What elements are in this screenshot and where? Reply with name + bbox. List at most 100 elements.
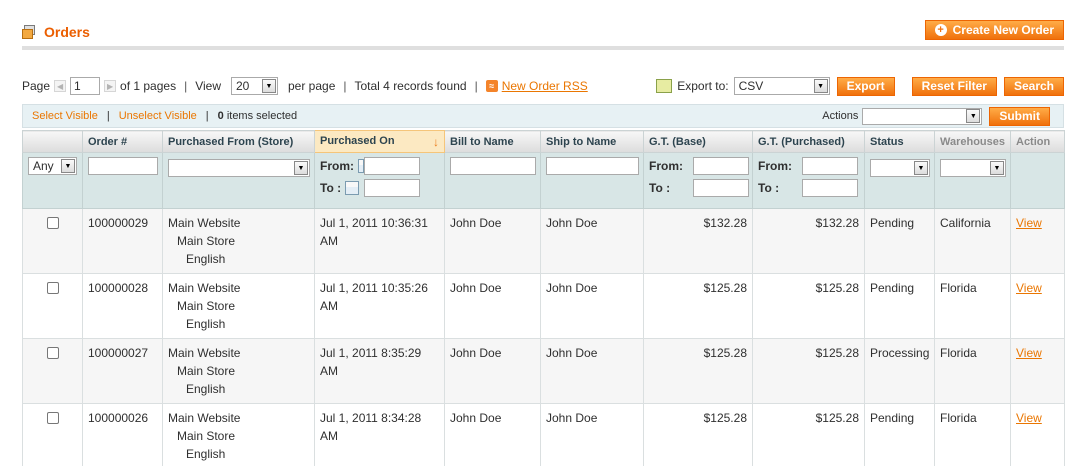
selected-count: 0 [217, 110, 224, 122]
actions-select[interactable]: ▼ [862, 107, 983, 125]
next-page-icon[interactable]: ▶ [104, 80, 117, 92]
page-input[interactable] [70, 77, 101, 95]
calendar-icon[interactable] [345, 181, 360, 195]
filter-from-label: From: [649, 159, 683, 173]
filter-purchased-from-input[interactable] [364, 157, 420, 175]
create-new-order-button[interactable]: + Create New Order [924, 20, 1064, 40]
ship-to-name: John Doe [540, 338, 644, 404]
store-cell: Main Website Main Store English [162, 208, 315, 274]
chevron-down-icon: ▼ [262, 79, 276, 93]
store-view: English [186, 447, 226, 461]
view-order-link[interactable]: View [1016, 346, 1042, 360]
pager-separator: | [343, 79, 347, 93]
store-view: English [186, 382, 226, 396]
filter-to-label: To : [320, 181, 342, 195]
massaction-separator: | [106, 110, 110, 122]
export-format-select[interactable]: CSV ▼ [733, 77, 830, 95]
column-header-select [22, 130, 83, 153]
view-order-link[interactable]: View [1016, 411, 1042, 425]
filter-select-any[interactable]: Any ▼ [28, 157, 77, 175]
chevron-down-icon: ▼ [294, 161, 308, 175]
per-page-text: per page [288, 79, 336, 93]
filter-to-label: To : [758, 181, 780, 195]
filter-any-value: Any [33, 159, 54, 173]
store-name: Main Store [177, 364, 236, 378]
column-header-warehouses: Warehouses [934, 130, 1011, 153]
gt-base: $125.28 [643, 338, 753, 404]
column-header-gt-purchased[interactable]: G.T. (Purchased) [752, 130, 865, 153]
table-row[interactable]: 100000029 Main Website Main Store English … [22, 208, 1065, 274]
chevron-down-icon: ▼ [914, 161, 928, 175]
unselect-visible-link[interactable]: Unselect Visible [119, 110, 197, 122]
filter-gt-base-to-input[interactable] [693, 179, 749, 197]
filter-order-input[interactable] [88, 157, 158, 175]
ship-to-name: John Doe [540, 208, 644, 274]
filter-gt-purchased-to-input[interactable] [802, 179, 858, 197]
row-checkbox[interactable] [46, 217, 59, 229]
column-header-store[interactable]: Purchased From (Store) [162, 130, 315, 153]
order-number: 100000027 [82, 338, 163, 404]
row-checkbox[interactable] [46, 412, 59, 424]
bill-to-name: John Doe [444, 273, 541, 339]
bill-to-name: John Doe [444, 208, 541, 274]
reset-filter-button[interactable]: Reset Filter [911, 76, 997, 96]
chevron-down-icon: ▼ [61, 159, 75, 173]
column-header-status[interactable]: Status [864, 130, 935, 153]
store-name: Main Store [177, 234, 236, 248]
purchased-on-date: Jul 1, 2011 8:35:29 [320, 346, 422, 360]
filter-ship-to-input[interactable] [546, 157, 639, 175]
purchased-on-ampm: AM [320, 299, 338, 313]
filter-to-label: To : [649, 181, 671, 195]
column-header-order[interactable]: Order # [82, 130, 163, 153]
bill-to-name: John Doe [444, 338, 541, 404]
filter-bill-to-input[interactable] [450, 157, 536, 175]
table-row[interactable]: 100000027 Main Website Main Store English … [22, 338, 1065, 404]
filter-status-select[interactable]: ▼ [870, 159, 930, 177]
filter-store-select[interactable]: ▼ [168, 159, 310, 177]
orders-icon [22, 25, 38, 39]
select-visible-link[interactable]: Select Visible [32, 110, 98, 122]
store-view: English [186, 317, 226, 331]
filter-warehouse-select[interactable]: ▼ [940, 159, 1006, 177]
per-page-value: 20 [236, 79, 250, 93]
table-row[interactable]: 100000026 Main Website Main Store English … [22, 403, 1065, 466]
row-checkbox[interactable] [46, 347, 59, 359]
warehouse: Florida [934, 273, 1011, 339]
filter-purchased-to-input[interactable] [364, 179, 420, 197]
sort-desc-icon: ↓ [433, 134, 439, 149]
chevron-down-icon: ▼ [990, 161, 1004, 175]
gt-purchased: $132.28 [752, 208, 865, 274]
row-checkbox[interactable] [46, 282, 59, 294]
purchased-on-ampm: AM [320, 429, 338, 443]
page-title: Orders [22, 24, 90, 40]
status: Pending [864, 403, 935, 466]
massaction-bar: Select Visible | Unselect Visible | 0 it… [22, 104, 1064, 128]
ship-to-name: John Doe [540, 403, 644, 466]
column-header-bill-to[interactable]: Bill to Name [444, 130, 541, 153]
export-format-value: CSV [738, 79, 764, 93]
purchased-on-cell: Jul 1, 2011 8:34:28 AM [314, 403, 445, 466]
order-number: 100000028 [82, 273, 163, 339]
grid-pager: Page ◀ ▶ of 1 pages | View 20 ▼ per page… [22, 74, 1064, 98]
column-header-gt-base[interactable]: G.T. (Base) [643, 130, 753, 153]
filter-from-label: From: [320, 159, 354, 173]
page-label: Page [22, 79, 51, 93]
per-page-select[interactable]: 20 ▼ [231, 77, 278, 95]
filter-gt-purchased-from-input[interactable] [802, 157, 858, 175]
search-button[interactable]: Search [1003, 76, 1064, 96]
table-row[interactable]: 100000028 Main Website Main Store English … [22, 273, 1065, 339]
submit-button[interactable]: Submit [989, 106, 1050, 126]
prev-page-icon[interactable]: ◀ [54, 80, 67, 92]
view-order-link[interactable]: View [1016, 216, 1042, 230]
new-order-rss-link[interactable]: New Order RSS [502, 79, 588, 93]
column-header-purchased-on[interactable]: Purchased On ↓ [314, 130, 445, 153]
view-order-link[interactable]: View [1016, 281, 1042, 295]
grid-headings: Order # Purchased From (Store) Purchased… [22, 130, 1065, 153]
filter-gt-base-from-input[interactable] [693, 157, 749, 175]
export-button[interactable]: Export [836, 76, 895, 96]
chevron-down-icon: ▼ [966, 109, 981, 123]
gt-base: $132.28 [643, 208, 753, 274]
column-header-ship-to[interactable]: Ship to Name [540, 130, 644, 153]
purchased-on-cell: Jul 1, 2011 8:35:29 AM [314, 338, 445, 404]
store-cell: Main Website Main Store English [162, 403, 315, 466]
